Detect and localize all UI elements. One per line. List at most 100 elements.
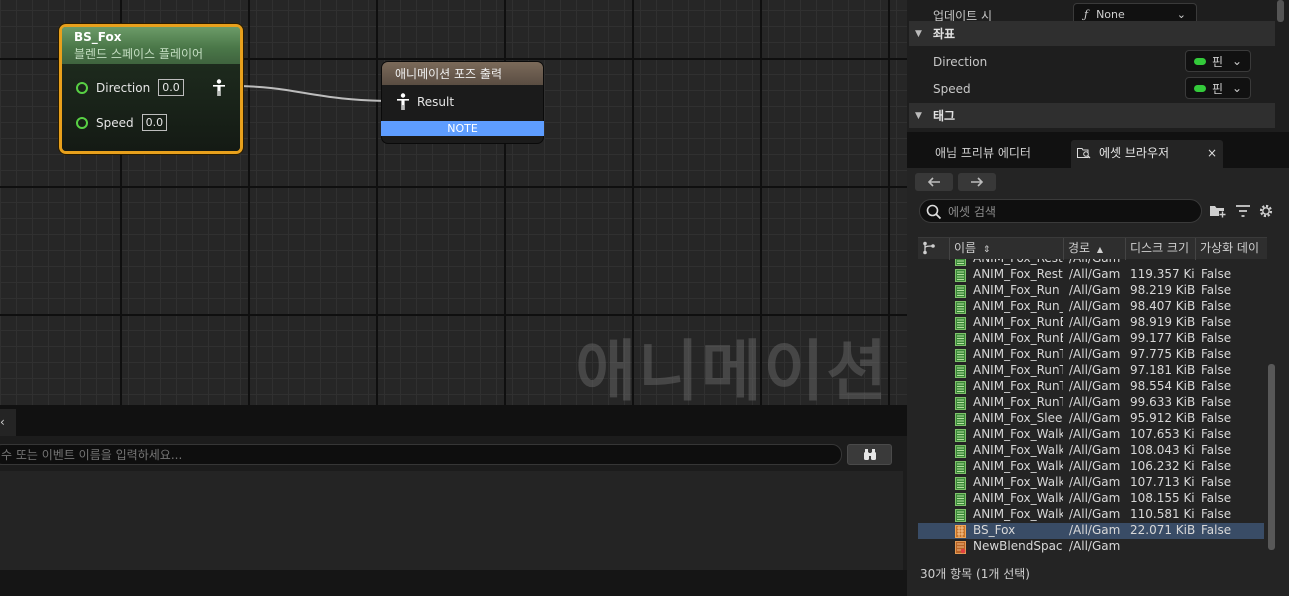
asset-path: /All/Gam	[1069, 331, 1121, 345]
speed-pin-dropdown[interactable]: 핀 ⌄	[1185, 77, 1251, 99]
asset-path: /All/Gam	[1069, 363, 1121, 377]
asset-row[interactable]: ANIM_Fox_Run_ /All/Gam 98.407 KiB False	[918, 299, 1264, 315]
asset-name: NewBlendSpace	[973, 539, 1063, 553]
asset-name: ANIM_Fox_Slee	[973, 411, 1063, 425]
asset-row[interactable]: ANIM_Fox_RunT/All/Gam 97.775 KiB False	[918, 347, 1264, 363]
category-label: 태그	[933, 109, 956, 123]
asset-search-input[interactable]: 에셋 검색	[919, 199, 1202, 223]
asset-list[interactable]: ANIM_Fox_Rest/All/GamANIM_Fox_Rest/All/G…	[918, 259, 1267, 557]
asset-row[interactable]: ANIM_Fox_Walk/All/Gam 110.581 Ki False	[918, 507, 1264, 523]
filter-icon[interactable]	[1234, 203, 1252, 219]
direction-value-input[interactable]: 0.0	[158, 79, 184, 96]
asset-virtualized: False	[1201, 299, 1232, 313]
close-icon[interactable]: ×	[1207, 140, 1217, 167]
forward-button[interactable]	[958, 173, 996, 191]
asset-name: ANIM_Fox_Walk	[973, 427, 1063, 441]
column-header-disk-size[interactable]: 디스크 크기	[1125, 238, 1195, 260]
binoculars-icon	[863, 448, 876, 460]
tab-anim-preview-editor[interactable]: 애님 프리뷰 에디터	[921, 140, 1071, 168]
collapse-arrow-icon: ▼	[915, 110, 922, 121]
animation-sequence-icon	[955, 461, 966, 474]
asset-row[interactable]: ANIM_Fox_Walk/All/Gam 108.043 Ki False	[918, 443, 1264, 459]
asset-path: /All/Gam	[1069, 283, 1121, 297]
float-pin-icon[interactable]	[76, 81, 88, 94]
tab-label: 에셋 브라우저	[1099, 146, 1170, 160]
node-header: 애니메이션 포즈 출력	[382, 62, 543, 85]
folder-add-icon[interactable]	[1209, 203, 1227, 219]
asset-row[interactable]: ANIM_Fox_Walk/All/Gam 106.232 Ki False	[918, 459, 1264, 475]
asset-path: /All/Gam	[1069, 347, 1121, 361]
animation-sequence-icon	[955, 301, 966, 314]
asset-row[interactable]: ANIM_Fox_RunT/All/Gam 98.554 KiB False	[918, 379, 1264, 395]
float-pin-icon[interactable]	[76, 116, 88, 129]
asset-path: /All/Gam	[1069, 523, 1121, 537]
direction-row: Direction 핀 ⌄	[909, 49, 1275, 74]
asset-name: ANIM_Fox_Rest	[973, 259, 1063, 265]
asset-row[interactable]: ANIM_Fox_Walk/All/Gam 107.713 Ki False	[918, 475, 1264, 491]
animation-sequence-icon	[955, 333, 966, 346]
back-button[interactable]	[915, 173, 953, 191]
pin-value: 핀	[1212, 54, 1224, 69]
output-pose-node[interactable]: 애니메이션 포즈 출력 Result NOTE	[381, 61, 544, 144]
asset-row[interactable]: ANIM_Fox_Walk/All/Gam 107.653 Ki False	[918, 427, 1264, 443]
asset-row[interactable]: ANIM_Fox_Rest/All/Gam	[918, 259, 1264, 267]
gear-icon[interactable]	[1257, 203, 1275, 219]
details-panel: 업데이트 시 ƒ None ⌄ ▼ 좌표 Direction 핀 ⌄ Speed…	[907, 0, 1289, 132]
animation-sequence-icon	[955, 285, 966, 298]
asset-virtualized: False	[1201, 459, 1232, 473]
speed-value-input[interactable]: 0.0	[141, 114, 168, 131]
asset-row[interactable]: ANIM_Fox_RunT/All/Gam 97.181 KiB False	[918, 363, 1264, 379]
asset-disk-size: 107.653 Ki	[1130, 427, 1195, 441]
direction-label: Direction	[933, 54, 988, 69]
tab-asset-browser[interactable]: 에셋 브라우저 ×	[1071, 140, 1223, 168]
pin-label: Direction	[96, 80, 151, 95]
direction-pin-dropdown[interactable]: 핀 ⌄	[1185, 50, 1251, 72]
arrow-right-icon	[971, 177, 984, 187]
column-header-path[interactable]: 경로 ▲	[1063, 238, 1125, 260]
note-bar[interactable]: NOTE	[381, 121, 544, 136]
column-options-button[interactable]	[918, 238, 948, 260]
asset-path: /All/Gam	[1069, 299, 1121, 313]
asset-row[interactable]: ANIM_Fox_Rest/All/Gam 119.357 Ki False	[918, 267, 1264, 283]
pose-output-pin-icon[interactable]	[212, 79, 226, 97]
asset-path: /All/Gam	[1069, 411, 1121, 425]
asset-path: /All/Gam	[1069, 259, 1125, 265]
find-button[interactable]	[847, 444, 892, 465]
pose-input-pin-icon[interactable]	[396, 93, 410, 111]
asset-list-scrollbar[interactable]	[1268, 364, 1275, 550]
asset-row[interactable]: ANIM_Fox_RunT/All/Gam 99.633 KiB False	[918, 395, 1264, 411]
asset-name: ANIM_Fox_RunE	[973, 315, 1063, 329]
asset-row[interactable]: ANIM_Fox_Run/All/Gam 98.219 KiB False	[918, 283, 1264, 299]
asset-virtualized: False	[1201, 267, 1232, 281]
details-scrollbar[interactable]	[1277, 0, 1284, 22]
category-tags[interactable]: ▼ 태그	[909, 103, 1275, 128]
asset-path: /All/Gam	[1069, 443, 1121, 457]
asset-row[interactable]: ANIM_Fox_Walk/All/Gam 108.155 Ki False	[918, 491, 1264, 507]
category-coords[interactable]: ▼ 좌표	[909, 21, 1275, 46]
sort-ascending-icon: ▲	[1096, 245, 1104, 254]
find-tab[interactable]: ‹	[0, 409, 16, 436]
asset-virtualized: False	[1201, 363, 1232, 377]
asset-virtualized: False	[1201, 491, 1232, 505]
blendspace-player-node[interactable]: BS_Fox 블렌드 스페이스 플레이어 Direction 0.0 Speed…	[59, 24, 243, 154]
asset-disk-size: 95.912 KiB	[1130, 411, 1196, 425]
asset-virtualized: False	[1201, 443, 1232, 457]
find-results-panel: ‹	[0, 405, 907, 596]
asset-row[interactable]: ANIM_Fox_RunE/All/Gam 98.919 KiB False	[918, 315, 1264, 331]
blendspace-icon	[955, 541, 966, 554]
asset-row[interactable]: BS_Fox/All/Gam 22.071 KiB False	[918, 523, 1264, 539]
anim-graph-canvas[interactable]: 애니메이션 BS_Fox 블렌드 스페이스 플레이어 Direction 0.0…	[0, 0, 907, 405]
sort-arrows-icon: ⇕	[982, 245, 991, 255]
asset-name: ANIM_Fox_Run_	[973, 299, 1063, 313]
asset-virtualized: False	[1201, 507, 1232, 521]
column-header-virtualized[interactable]: 가상화 데이	[1195, 238, 1267, 260]
animation-sequence-icon	[955, 445, 966, 458]
asset-name: ANIM_Fox_Walk	[973, 507, 1063, 521]
find-search-input[interactable]	[0, 444, 842, 465]
asset-row[interactable]: ANIM_Fox_Slee/All/Gam 95.912 KiB False	[918, 411, 1264, 427]
asset-path: /All/Gam	[1069, 507, 1121, 521]
asset-row[interactable]: NewBlendSpace/All/Gam	[918, 539, 1264, 555]
asset-row[interactable]: ANIM_Fox_RunE/All/Gam 99.177 KiB False	[918, 331, 1264, 347]
column-header-name[interactable]: 이름 ⇕	[949, 238, 1063, 260]
category-label: 좌표	[933, 27, 956, 41]
